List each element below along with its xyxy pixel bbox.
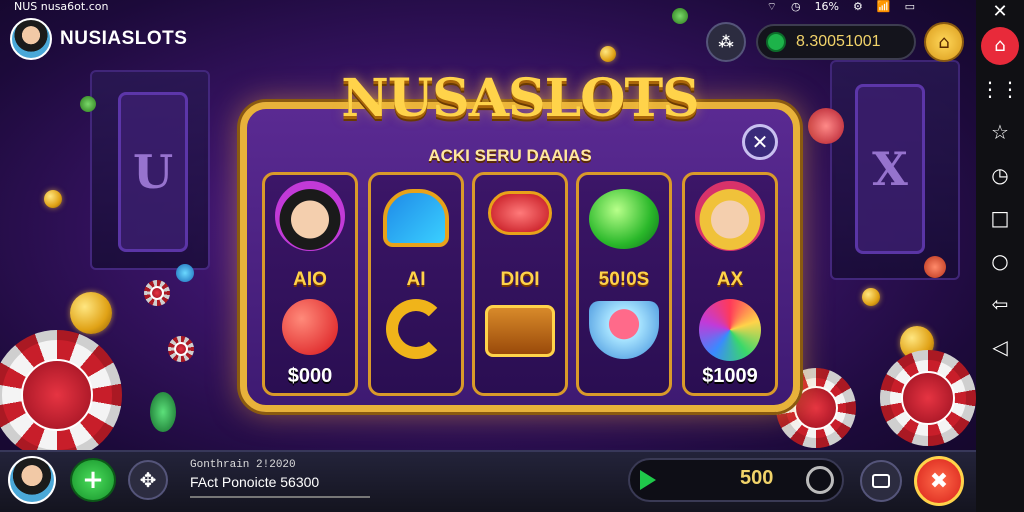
info-text: FAct Ponoicte 56300 [190, 474, 320, 490]
apple-bowl-icon [589, 301, 659, 359]
clock-icon: ◷ [790, 0, 801, 13]
reel[interactable]: 50!0S [576, 172, 672, 396]
status-bar: NUS nusa6ot.con ⌔ ◷ 16% ⚙ 📶 ▭ [0, 0, 975, 14]
panel-title: NUSASLOTS [341, 68, 699, 129]
balance-value: 8.30051001 [796, 33, 881, 50]
casino-chip-decoration [880, 350, 976, 446]
reel-value: $1009 [702, 365, 758, 387]
chat-button[interactable] [860, 460, 902, 502]
horseshoe-icon [386, 299, 446, 359]
avatar[interactable] [10, 18, 52, 60]
status-bar-icons: ⌔ ◷ 16% ⚙ 📶 ▭ [767, 0, 915, 14]
wifi-icon: ⌔ [766, 0, 777, 13]
candy-icon [488, 191, 552, 235]
share-icon[interactable]: ⇦ [976, 282, 1024, 325]
shop-button[interactable]: ⌂ [924, 22, 964, 62]
coin-icon [766, 32, 786, 52]
divider [190, 496, 370, 498]
grid-icon[interactable]: ⋮⋮ [976, 67, 1024, 110]
spin-icon: ✖ [929, 468, 949, 494]
close-icon: ✕ [751, 130, 769, 154]
settings-icon[interactable] [806, 466, 834, 494]
close-icon[interactable]: ✕ [976, 1, 1024, 22]
reel-label: 50!0S [598, 269, 650, 290]
brand[interactable]: NUSIASLOTS [10, 18, 187, 60]
back-icon[interactable]: ◁ [976, 325, 1024, 368]
reel-label: AIO [293, 269, 327, 290]
home-icon[interactable]: ⌂ [976, 24, 1024, 67]
circle-icon[interactable]: ○ [976, 239, 1024, 282]
gem-decoration [808, 108, 844, 144]
character-icon [695, 181, 765, 251]
player-avatar[interactable] [8, 456, 56, 504]
casino-chip-decoration [168, 336, 194, 362]
clock-icon[interactable]: ◷ [976, 153, 1024, 196]
casino-chip-decoration [0, 330, 122, 460]
move-icon: ✥ [139, 468, 157, 492]
treasure-chest-icon [485, 305, 555, 357]
casino-chip-decoration [144, 280, 170, 306]
info-text: Gonthrain 2!2020 [190, 459, 296, 471]
square-icon[interactable]: □ [976, 196, 1024, 239]
coin-decoration [70, 292, 112, 334]
signal-icon: 📶 [876, 0, 891, 13]
gem-decoration [924, 256, 946, 278]
star-icon[interactable]: ☆ [976, 110, 1024, 153]
nav-rail: ✕ ⌂ ⋮⋮ ☆ ◷ □ ○ ⇦ ◁ [976, 0, 1024, 512]
move-button[interactable]: ✥ [128, 460, 168, 500]
reel-value: $000 [287, 365, 333, 387]
play-icon[interactable] [640, 470, 656, 490]
battery-percent: 16% [814, 0, 840, 13]
reel[interactable]: AIO $000 [262, 172, 358, 396]
coin-decoration [862, 288, 880, 306]
reel[interactable]: AX $1009 [682, 172, 778, 396]
coin-decoration [600, 46, 616, 62]
lollipop-icon [699, 299, 761, 361]
gem-decoration [80, 96, 96, 112]
background-sign-right: X [855, 84, 925, 254]
battery-icon: ▭ [904, 0, 915, 13]
reel[interactable]: AI [368, 172, 464, 396]
magnet-icon [383, 189, 449, 247]
panel-subtitle: ACKI SERU DAAIAS [428, 146, 592, 165]
close-button[interactable]: ✕ [742, 124, 778, 160]
brand-name: NUSIASLOTS [60, 28, 188, 49]
coin-decoration [44, 190, 62, 208]
status-bar-text: NUS nusa6ot.con [14, 0, 109, 13]
spin-button[interactable]: ✖ [914, 456, 964, 506]
plus-icon: + [82, 465, 104, 495]
background-sign-left: U [118, 92, 188, 252]
balance-pill[interactable]: 8.30051001 [756, 24, 916, 60]
gem-decoration [150, 392, 176, 432]
heart-icon [282, 299, 338, 355]
reel-label: DIOI [500, 269, 540, 290]
gem-decoration [176, 264, 194, 282]
friends-button[interactable]: ⁂ [706, 22, 746, 62]
bet-value: 500 [740, 467, 774, 489]
reel-label: AI [406, 269, 426, 290]
reel-label: AX [716, 269, 744, 290]
chat-icon [872, 474, 890, 488]
green-orb-icon [589, 189, 659, 249]
friends-icon: ⁂ [718, 33, 734, 51]
character-icon [275, 181, 345, 251]
shop-icon: ⌂ [938, 31, 950, 53]
add-button[interactable]: + [70, 458, 116, 502]
settings-icon: ⚙ [853, 0, 863, 13]
reel[interactable]: DIOI [472, 172, 568, 396]
